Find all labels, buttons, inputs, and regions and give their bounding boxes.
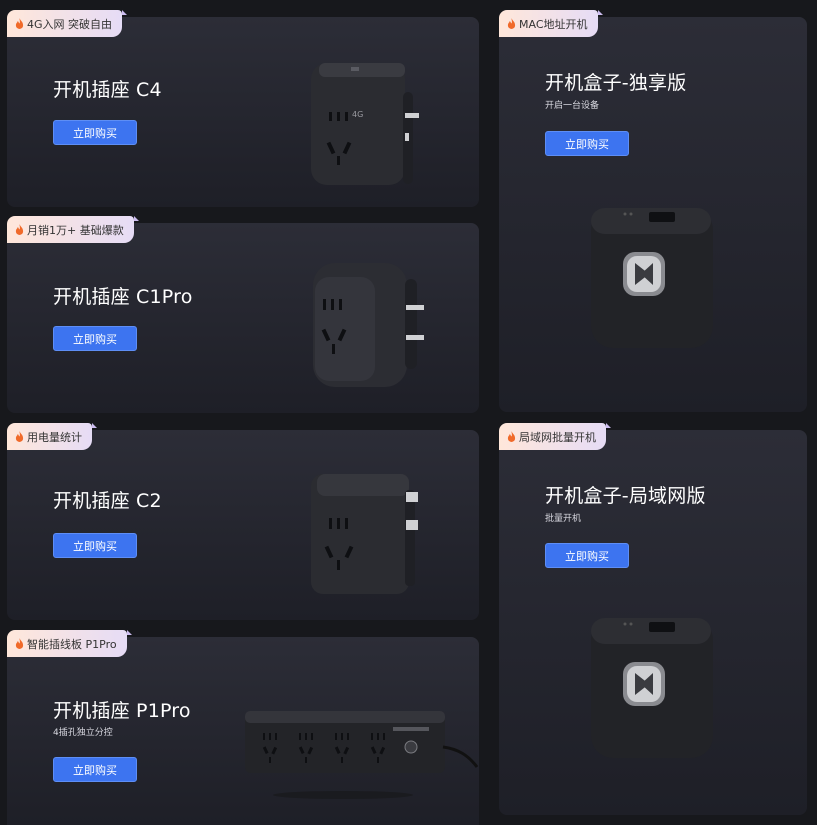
product-card-c4[interactable]: 4G入网 突破自由 开机插座 C4 立即购买 4G <box>7 10 479 207</box>
smart-plug-c2-image <box>311 474 418 594</box>
flame-icon <box>507 17 516 29</box>
buy-now-button[interactable]: 立即购买 <box>53 120 137 145</box>
smart-plug-c1pro-image <box>313 263 424 387</box>
product-title: 开机插座 C1Pro <box>53 286 193 308</box>
product-badge: 月销1万+ 基础爆款 <box>7 216 139 243</box>
badge-label: 局域网批量开机 <box>519 430 596 444</box>
boot-box-image <box>591 618 713 758</box>
flame-icon <box>15 430 24 442</box>
flame-icon <box>15 17 24 29</box>
product-badge: 用电量统计 <box>7 423 97 450</box>
badge-label: 用电量统计 <box>27 430 82 444</box>
buy-now-button[interactable]: 立即购买 <box>53 326 137 351</box>
flame-icon <box>507 430 516 442</box>
product-badge: 4G入网 突破自由 <box>7 10 128 37</box>
boot-box-image <box>591 208 713 348</box>
svg-text:4G: 4G <box>352 110 363 119</box>
flame-icon <box>15 223 24 235</box>
buy-now-button[interactable]: 立即购买 <box>545 131 629 156</box>
product-subtitle: 4插孔独立分控 <box>53 728 113 738</box>
product-badge: 智能插线板 P1Pro <box>7 630 132 657</box>
badge-label: MAC地址开机 <box>519 17 588 31</box>
product-subtitle: 开启一台设备 <box>545 101 600 111</box>
badge-label: 月销1万+ 基础爆款 <box>27 223 124 237</box>
buy-now-button[interactable]: 立即购买 <box>545 543 629 568</box>
product-title: 开机盒子-局域网版 <box>545 485 706 507</box>
product-badge: MAC地址开机 <box>499 10 603 37</box>
product-card-box-lan[interactable]: 局域网批量开机 开机盒子-局域网版 批量开机 立即购买 <box>499 423 807 815</box>
product-card-c1pro[interactable]: 月销1万+ 基础爆款 开机插座 C1Pro 立即购买 <box>7 216 479 413</box>
product-badge: 局域网批量开机 <box>499 423 611 450</box>
product-title: 开机插座 C2 <box>53 490 162 512</box>
buy-now-button[interactable]: 立即购买 <box>53 757 137 782</box>
power-strip-p1pro-image <box>245 711 479 799</box>
product-card-p1pro[interactable]: 智能插线板 P1Pro 开机插座 P1Pro 4插孔独立分控 立即购买 <box>7 630 479 825</box>
product-card-box-exclusive[interactable]: MAC地址开机 开机盒子-独享版 开启一台设备 立即购买 <box>499 10 807 412</box>
flame-icon <box>15 637 24 649</box>
product-subtitle: 批量开机 <box>545 514 582 524</box>
product-title: 开机盒子-独享版 <box>545 72 687 94</box>
badge-label: 4G入网 突破自由 <box>27 17 113 31</box>
badge-label: 智能插线板 P1Pro <box>27 637 117 651</box>
smart-plug-c4-image: 4G <box>311 63 419 185</box>
product-card-c2[interactable]: 用电量统计 开机插座 C2 立即购买 <box>7 423 479 620</box>
buy-now-button[interactable]: 立即购买 <box>53 533 137 558</box>
product-title: 开机插座 P1Pro <box>53 700 191 722</box>
product-title: 开机插座 C4 <box>53 79 162 101</box>
